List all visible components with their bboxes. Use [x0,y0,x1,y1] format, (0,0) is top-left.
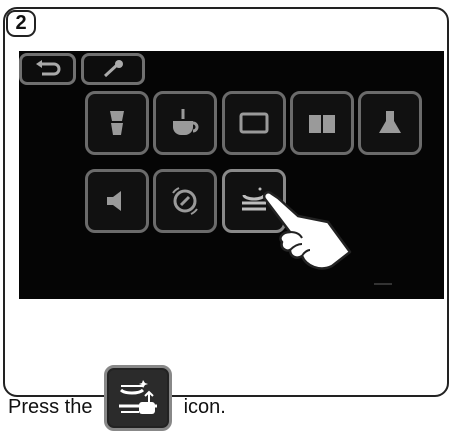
settings-dial-icon [172,187,198,215]
back-button[interactable] [19,53,76,85]
back-arrow-icon [35,60,60,76]
window-icon [239,112,269,134]
book-tile[interactable] [290,91,354,155]
caption-prefix: Press the [8,396,93,418]
pointing-hand-icon [263,191,352,270]
screen-reflection [374,283,392,285]
coffee-tile[interactable] [153,91,217,155]
coffee-cup-icon [173,109,199,135]
speaker-icon [107,191,121,211]
descaling-icon [104,365,173,431]
settings-dial-tile[interactable] [153,169,217,233]
window-tile[interactable] [222,91,286,155]
cup-stack-tile[interactable] [85,91,149,155]
book-icon [309,115,335,133]
flask-icon [379,111,401,133]
instruction-caption: Press the icon. [8,365,226,431]
step-number-badge: 2 [6,10,36,37]
cup-stack-icon [110,111,124,135]
machine-display [19,51,444,299]
wrench-icon [103,60,123,78]
caption-suffix: icon. [183,396,226,418]
speaker-tile[interactable] [85,169,149,233]
wrench-button[interactable] [81,53,145,85]
flask-tile[interactable] [358,91,422,155]
